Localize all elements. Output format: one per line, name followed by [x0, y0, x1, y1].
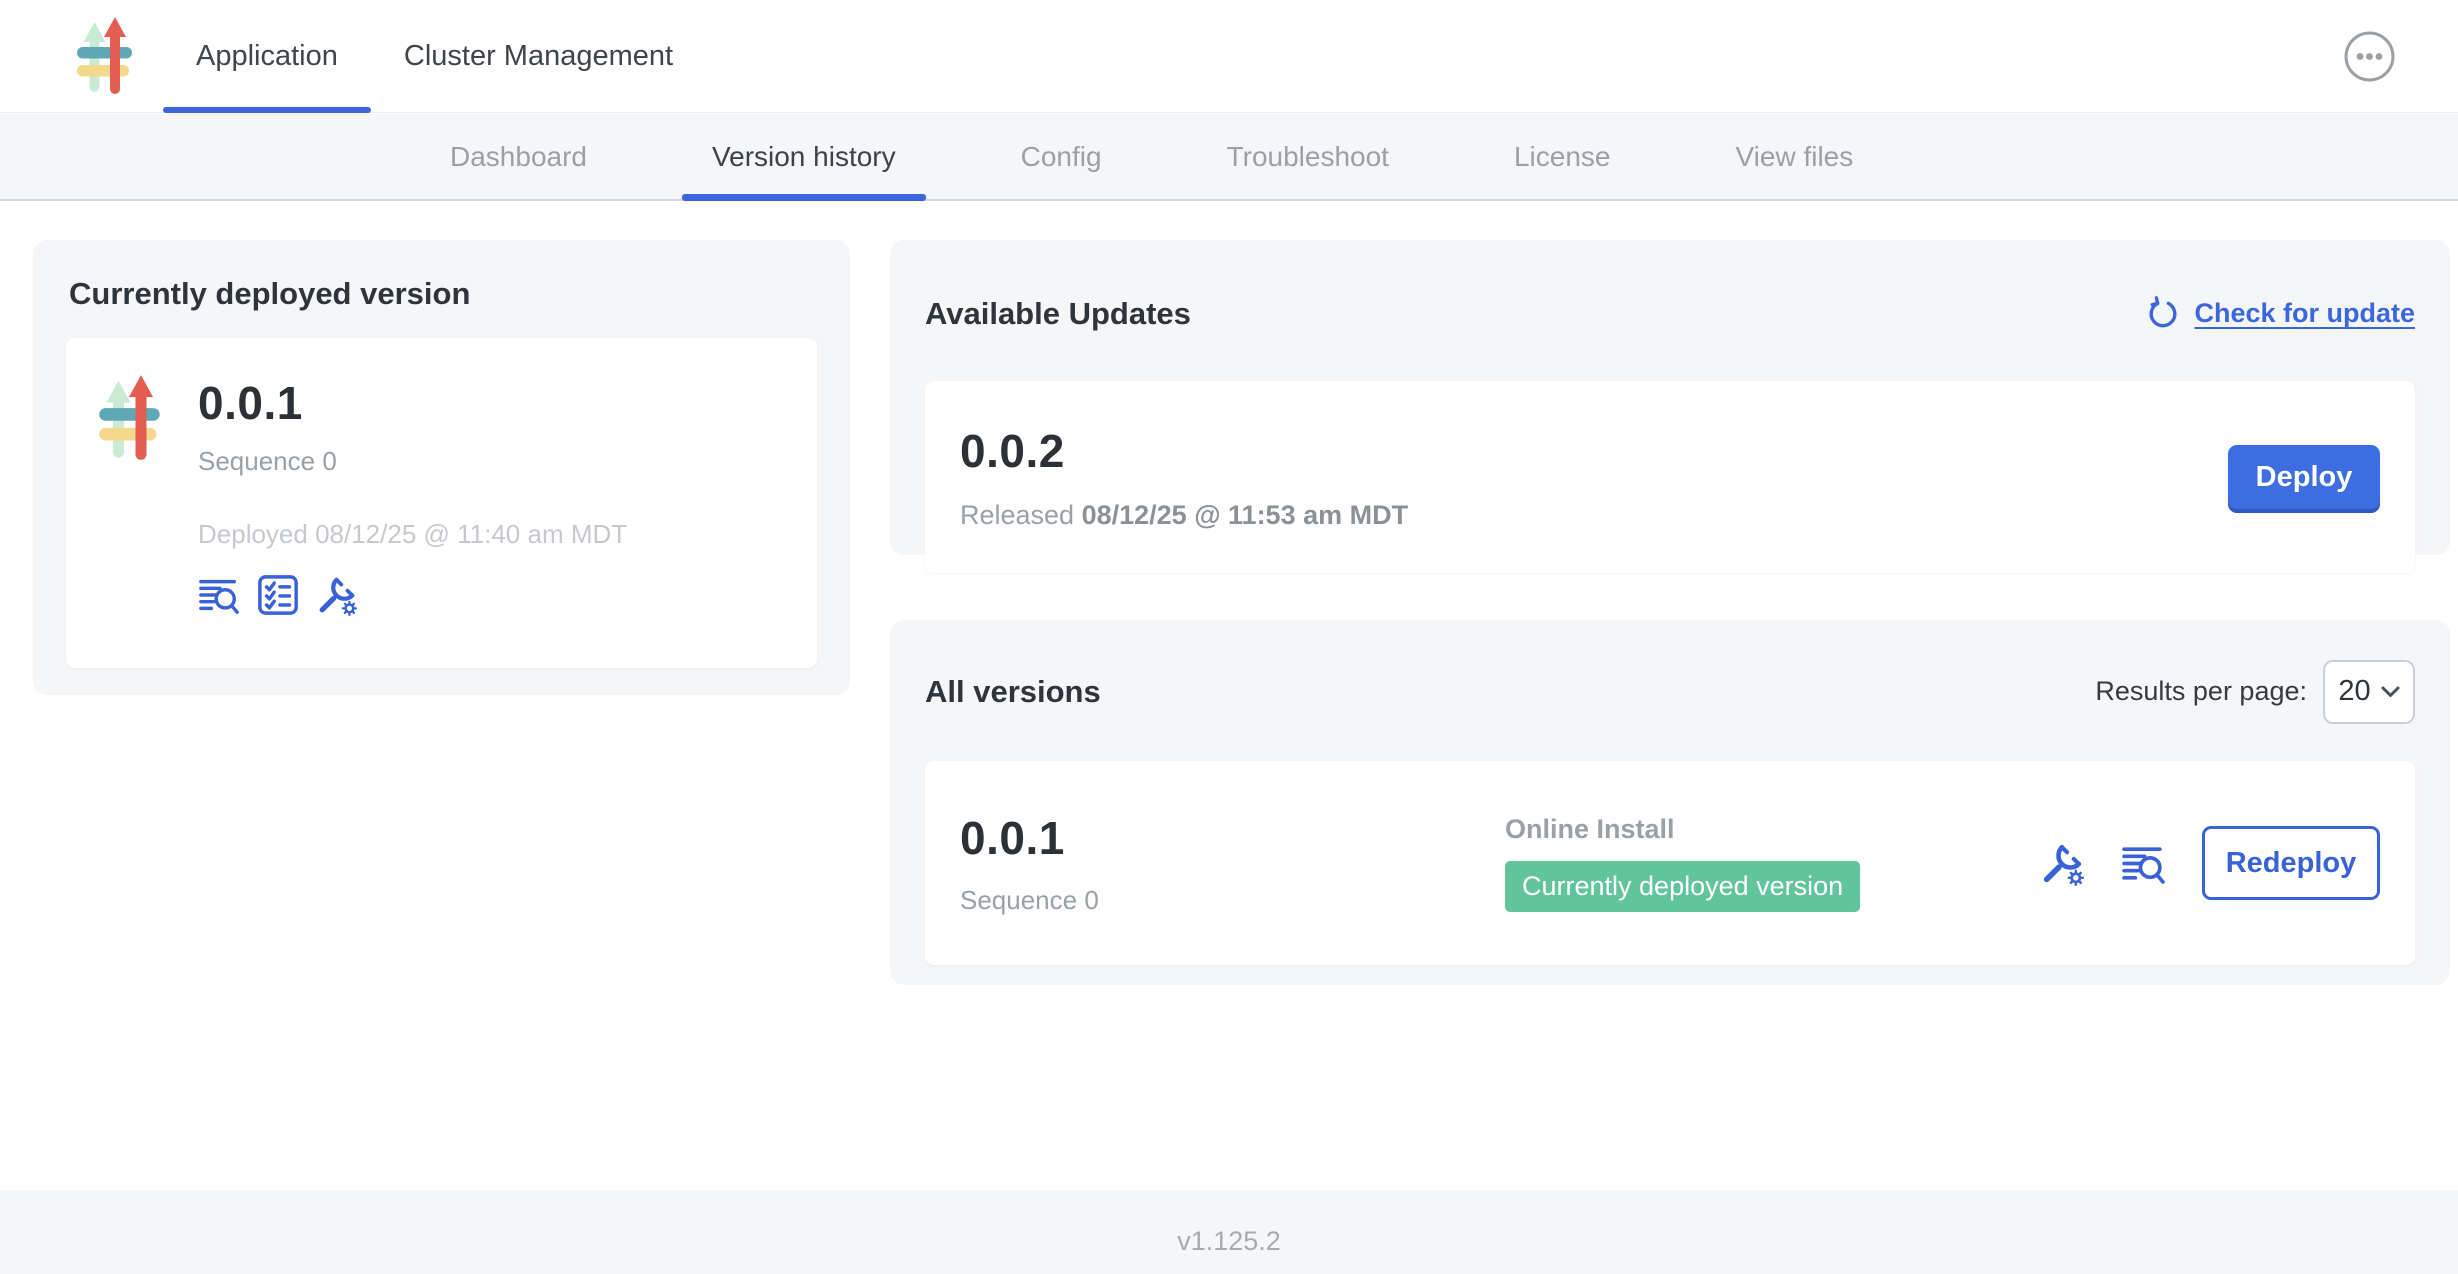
config-wrench-icon [316, 574, 358, 616]
sub-tab-label: License [1514, 141, 1611, 173]
results-per-page-label: Results per page: [2095, 676, 2307, 707]
available-update-row: 0.0.2 Released 08/12/25 @ 11:53 am MDT D… [925, 381, 2415, 573]
currently-deployed-card: 0.0.1 Sequence 0 Deployed 08/12/25 @ 11:… [66, 338, 817, 668]
preflight-checks-icon [257, 574, 299, 616]
ellipsis-icon [2343, 30, 2396, 83]
tab-version-history[interactable]: Version history [682, 114, 926, 199]
tab-dashboard[interactable]: Dashboard [420, 114, 617, 199]
tab-troubleshoot[interactable]: Troubleshoot [1197, 114, 1419, 199]
tab-config[interactable]: Config [991, 114, 1132, 199]
chevron-down-icon [2381, 686, 2400, 698]
top-tab-application[interactable]: Application [163, 0, 371, 112]
results-per-page-value: 20 [2338, 675, 2370, 708]
refresh-icon [2145, 296, 2181, 332]
tab-license[interactable]: License [1484, 114, 1641, 199]
console-version-label: v1.125.2 [1177, 1226, 1281, 1256]
results-per-page-select[interactable]: 20 [2323, 660, 2415, 724]
redeploy-button[interactable]: Redeploy [2202, 826, 2380, 900]
overflow-menu-button[interactable] [2343, 30, 2396, 83]
top-tab-label: Cluster Management [404, 40, 673, 73]
sub-tab-label: View files [1735, 141, 1853, 173]
active-tab-underline [163, 107, 371, 113]
released-date: 08/12/25 @ 11:53 am MDT [1082, 500, 1409, 530]
all-versions-title: All versions [925, 674, 1101, 710]
available-updates-section: Available Updates Check for update 0.0.2… [890, 240, 2450, 555]
view-config-button[interactable] [316, 574, 358, 616]
currently-deployed-section: Currently deployed version 0.0.1 Sequenc… [33, 240, 850, 695]
deployed-timestamp: Deployed 08/12/25 @ 11:40 am MDT [198, 519, 627, 550]
update-version-number: 0.0.2 [960, 424, 1408, 478]
release-notes-button[interactable] [198, 574, 240, 616]
active-tab-underline [682, 194, 926, 201]
deployed-version-actions [198, 574, 627, 616]
all-versions-section: All versions Results per page: 20 0.0.1 … [890, 620, 2450, 985]
app-logo-icon [98, 374, 162, 462]
sub-tab-label: Version history [712, 141, 896, 173]
update-released-line: Released 08/12/25 @ 11:53 am MDT [960, 500, 1408, 531]
app-logo-icon [76, 16, 134, 96]
available-updates-title: Available Updates [925, 296, 1191, 332]
check-for-update-link[interactable]: Check for update [2145, 296, 2415, 332]
page-footer: v1.125.2 [0, 1190, 2458, 1274]
currently-deployed-badge: Currently deployed version [1505, 861, 1860, 912]
version-row: 0.0.1 Sequence 0 Online Install Currentl… [925, 761, 2415, 965]
config-wrench-icon [2040, 841, 2085, 886]
app-sub-nav: Dashboard Version history Config Trouble… [0, 114, 2458, 201]
sub-tab-label: Dashboard [450, 141, 587, 173]
deploy-button[interactable]: Deploy [2228, 445, 2380, 509]
install-type-label: Online Install [1505, 814, 1675, 845]
preflight-checks-button[interactable] [257, 574, 299, 616]
deployed-version-number: 0.0.1 [198, 376, 627, 430]
top-nav-tabs: Application Cluster Management [163, 0, 706, 112]
top-tab-label: Application [196, 40, 338, 73]
sub-tab-label: Troubleshoot [1227, 141, 1389, 173]
top-nav-bar: Application Cluster Management [0, 0, 2458, 113]
release-notes-icon [2121, 841, 2166, 886]
top-tab-cluster-management[interactable]: Cluster Management [371, 0, 706, 112]
sub-tab-label: Config [1021, 141, 1102, 173]
deployed-sequence-label: Sequence 0 [198, 446, 627, 477]
row-version-number: 0.0.1 [960, 811, 1505, 865]
release-notes-icon [198, 574, 240, 616]
edit-config-button[interactable] [2040, 841, 2085, 886]
released-prefix: Released [960, 500, 1082, 530]
tab-view-files[interactable]: View files [1705, 114, 1883, 199]
check-for-update-label: Check for update [2194, 298, 2415, 329]
release-notes-button[interactable] [2121, 841, 2166, 886]
currently-deployed-title: Currently deployed version [69, 276, 817, 312]
row-sequence-label: Sequence 0 [960, 885, 1505, 916]
